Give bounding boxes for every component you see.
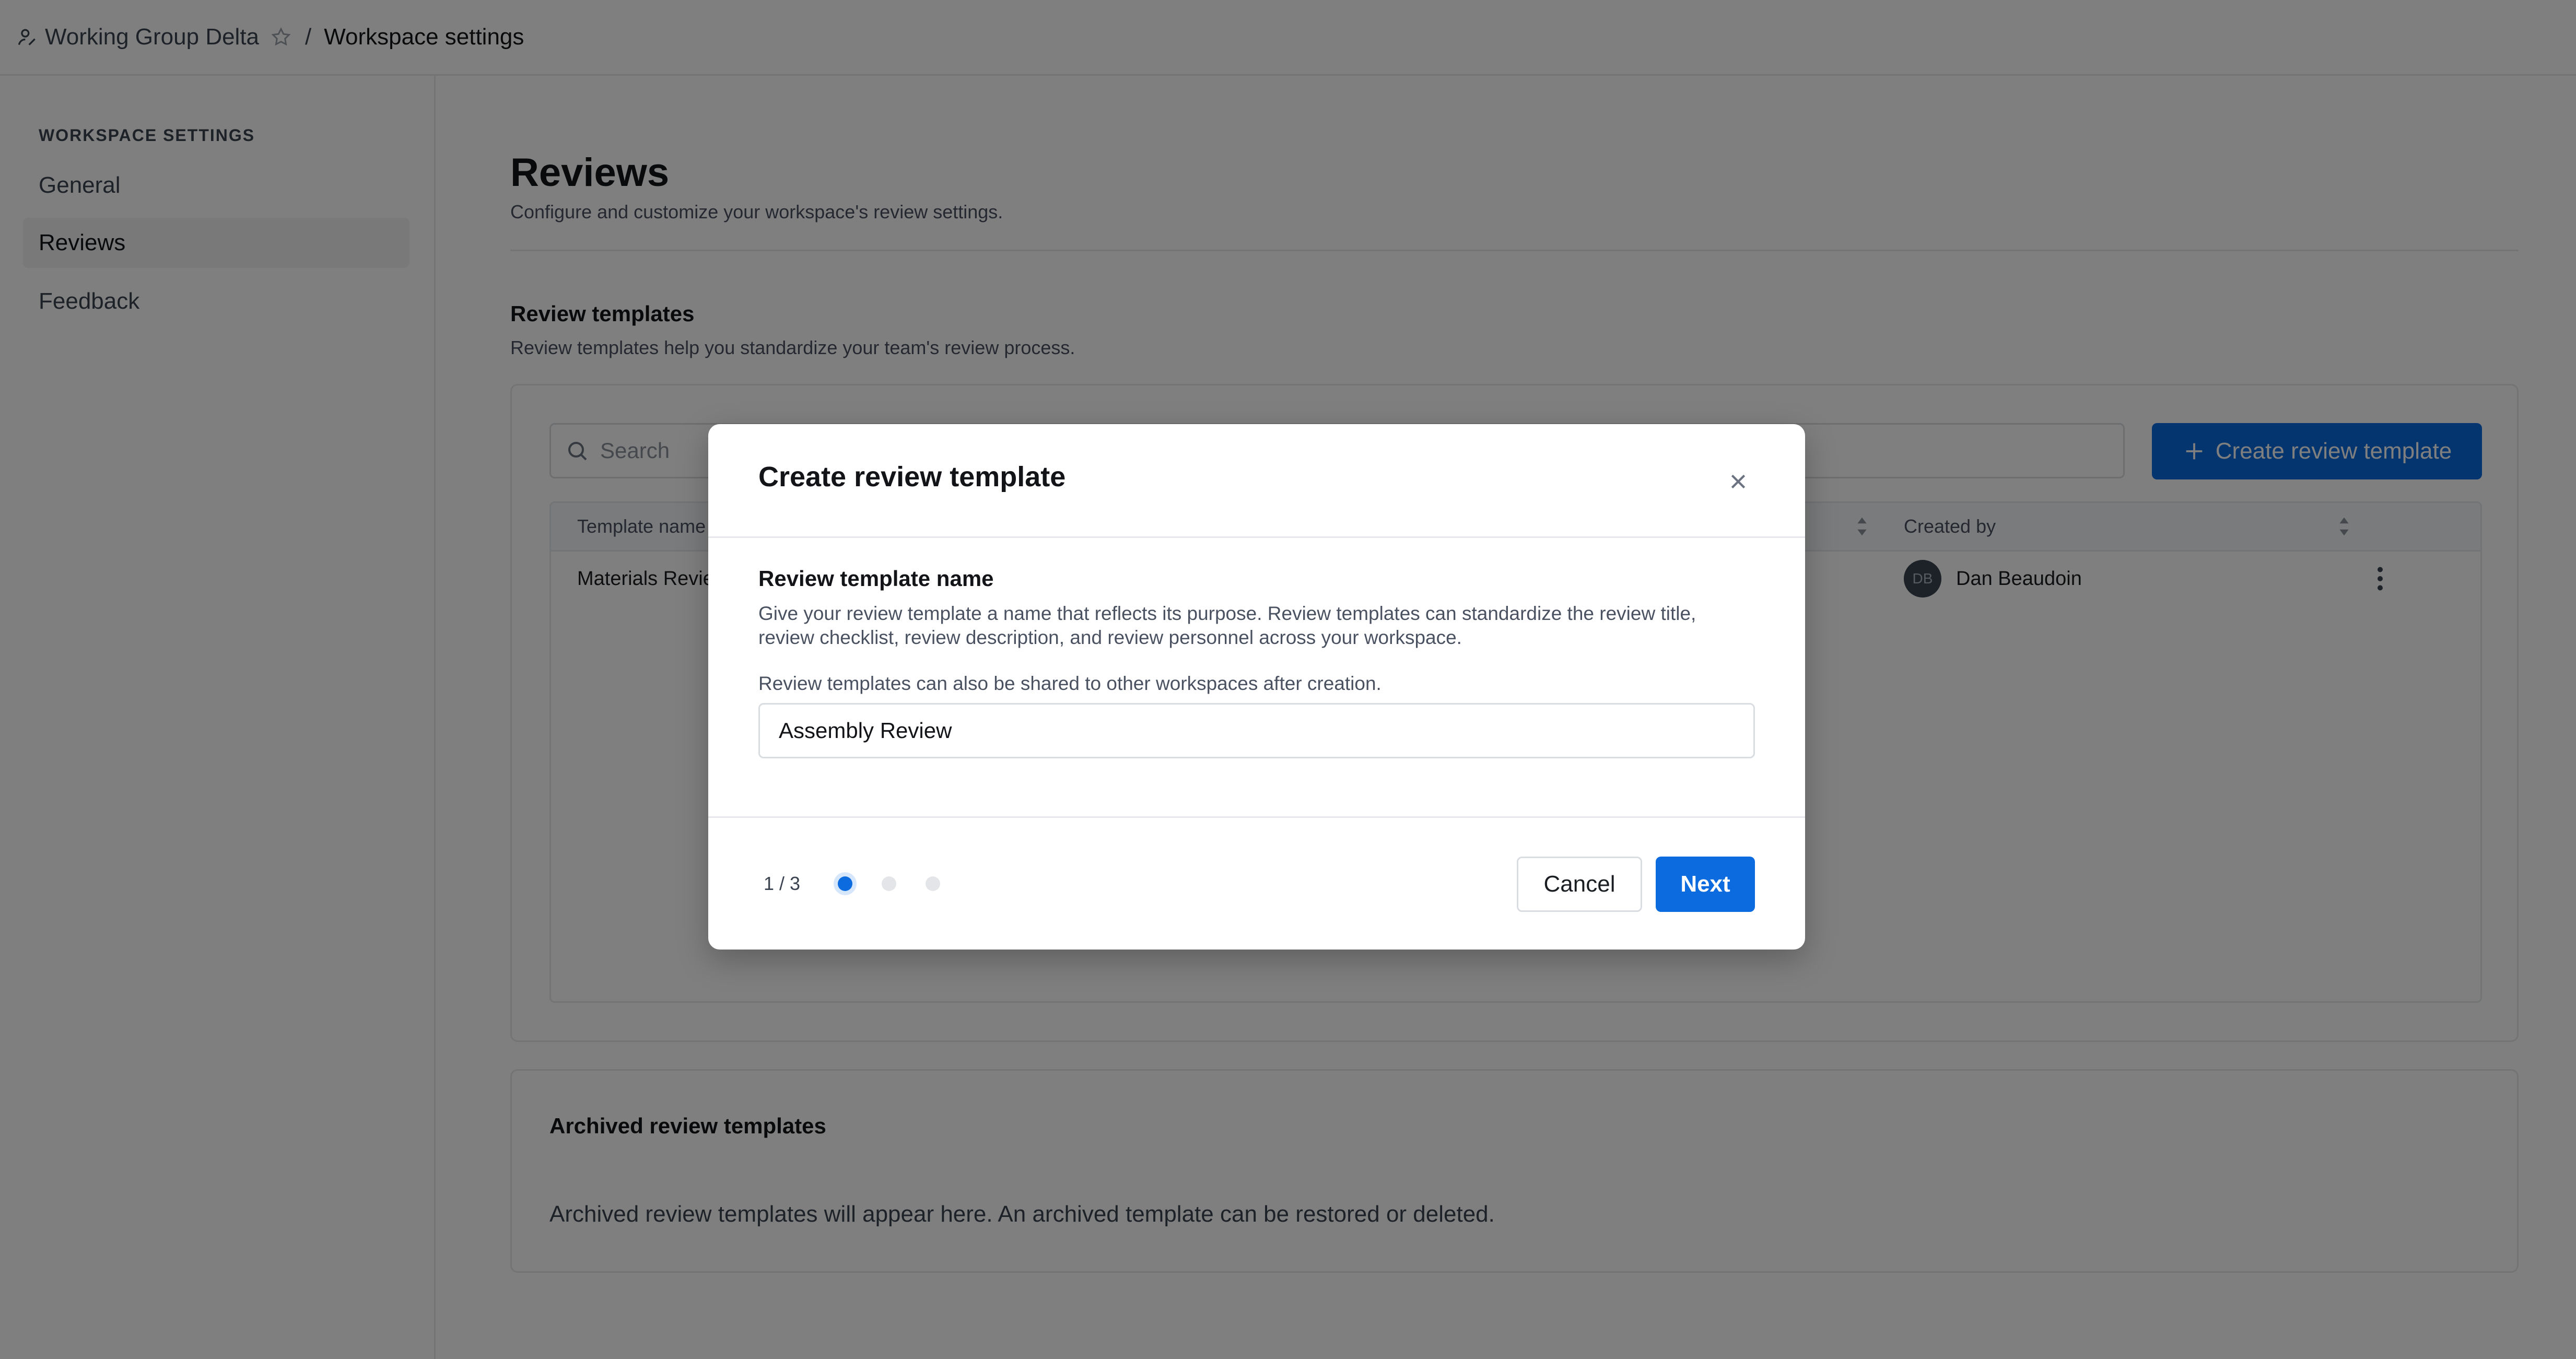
app-page: Working Group Delta / Workspace settings… [0, 0, 2576, 1359]
next-button[interactable]: Next [1656, 857, 1755, 912]
modal-divider [708, 536, 1805, 538]
create-review-template-modal: Create review template Review template n… [708, 424, 1805, 950]
step-dot-2 [882, 876, 896, 891]
close-icon[interactable] [1724, 467, 1753, 496]
step-dot-1 [838, 876, 852, 891]
field-label: Review template name [758, 566, 994, 591]
step-dot-3 [926, 876, 940, 891]
field-help-text: Give your review template a name that re… [758, 603, 1696, 648]
cancel-button[interactable]: Cancel [1517, 857, 1642, 912]
template-name-input[interactable] [758, 703, 1755, 758]
field-help-text-secondary: Review templates can also be shared to o… [758, 673, 1381, 694]
step-indicator: 1 / 3 [764, 873, 801, 894]
modal-divider [708, 816, 1805, 818]
modal-title: Create review template [758, 461, 1066, 493]
